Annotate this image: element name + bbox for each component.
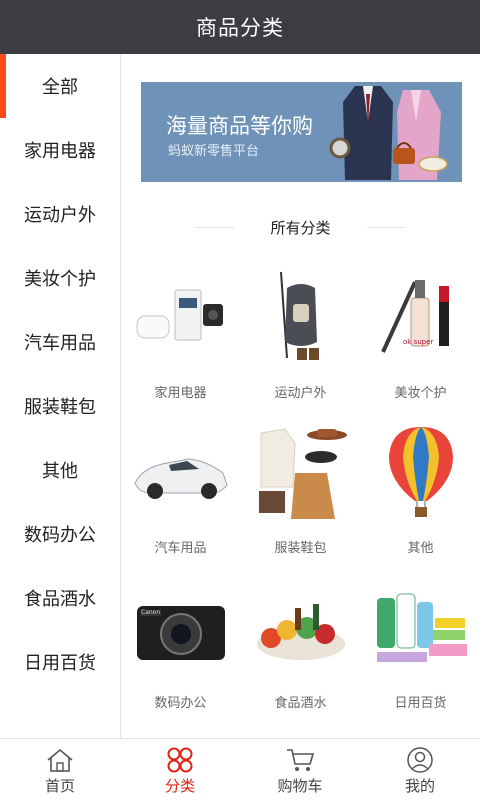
sidebar-item-label: 服装鞋包	[24, 397, 96, 418]
sidebar-item-outdoor[interactable]: 运动户外	[0, 182, 120, 246]
car-thumbnail	[134, 458, 228, 499]
tab-label: 首页	[44, 777, 75, 795]
category-tile-digital[interactable]: Canon 数码办公	[121, 570, 240, 725]
section-title: 所有分类	[121, 215, 480, 239]
category-tile-appliances[interactable]: 家用电器	[121, 260, 240, 415]
sidebar-item-digital[interactable]: 数码办公	[0, 502, 120, 566]
category-tile-beauty[interactable]: ok super 美妆个护	[361, 260, 480, 415]
tab-label: 购物车	[277, 777, 323, 795]
category-content: 海量商品等你购 蚂蚁新零售平台 所有分类 家用电器 运动户外 ok super …	[121, 54, 480, 738]
page-title: 商品分类	[196, 16, 284, 40]
bottom-tab-bar: 首页 分类 购物车 我的	[0, 738, 480, 800]
category-tile-daily[interactable]: 日用百货	[361, 570, 480, 725]
category-label: 数码办公	[154, 696, 207, 711]
category-label: 家用电器	[154, 386, 207, 401]
sidebar-item-label: 家用电器	[24, 141, 96, 162]
camera-thumbnail: Canon	[137, 606, 225, 660]
food-thumbnail	[257, 604, 345, 660]
category-sidebar: 全部 家用电器 运动户外 美妆个护 汽车用品 服装鞋包 其他 数码办公 食品酒水…	[0, 54, 121, 738]
tab-home[interactable]: 首页	[0, 739, 120, 800]
sidebar-item-label: 汽车用品	[24, 333, 96, 354]
banner-products-illustration	[329, 86, 448, 180]
promo-banner[interactable]: 海量商品等你购 蚂蚁新零售平台	[141, 82, 462, 182]
page-header: 商品分类	[0, 0, 480, 54]
daily-goods-thumbnail	[377, 593, 467, 662]
svg-text:Canon: Canon	[141, 609, 160, 616]
balloon-thumbnail	[389, 427, 453, 517]
sidebar-item-other[interactable]: 其他	[0, 438, 120, 502]
sidebar-item-label: 美妆个护	[24, 269, 96, 290]
cart-icon	[287, 749, 315, 771]
section-title-text: 所有分类	[270, 218, 331, 237]
sidebar-item-label: 其他	[42, 461, 78, 482]
sidebar-item-label: 数码办公	[24, 525, 96, 546]
sidebar-item-apparel[interactable]: 服装鞋包	[0, 374, 120, 438]
sidebar-item-daily[interactable]: 日用百货	[0, 630, 120, 694]
category-label: 汽车用品	[154, 541, 207, 556]
tab-label: 分类	[164, 777, 195, 795]
sidebar-item-label: 日用百货	[24, 653, 96, 674]
sidebar-item-label: 食品酒水	[24, 589, 96, 610]
category-label: 美妆个护	[394, 386, 447, 401]
user-icon	[407, 747, 433, 773]
apparel-thumbnail	[259, 428, 347, 519]
svg-text:ok super: ok super	[403, 338, 433, 346]
tab-mine[interactable]: 我的	[360, 739, 480, 800]
outdoor-thumbnail	[280, 271, 319, 360]
beauty-thumbnail: ok super	[381, 280, 449, 353]
category-tile-food[interactable]: 食品酒水	[241, 570, 360, 725]
sidebar-item-food[interactable]: 食品酒水	[0, 566, 120, 630]
category-tile-apparel[interactable]: 服装鞋包	[241, 415, 360, 570]
category-label: 运动户外	[274, 386, 327, 401]
tab-cart[interactable]: 购物车	[240, 739, 360, 800]
category-label: 食品酒水	[274, 696, 327, 711]
appliances-thumbnail	[136, 289, 223, 341]
category-tile-auto[interactable]: 汽车用品	[121, 415, 240, 570]
tab-category[interactable]: 分类	[120, 739, 240, 800]
category-label: 日用百货	[394, 696, 447, 711]
category-icon	[167, 747, 193, 773]
sidebar-item-label: 全部	[42, 77, 78, 98]
sidebar-item-beauty[interactable]: 美妆个护	[0, 246, 120, 310]
tab-label: 我的	[404, 777, 435, 795]
category-label: 服装鞋包	[274, 541, 327, 556]
home-icon	[47, 748, 73, 772]
category-label: 其他	[407, 541, 434, 556]
sidebar-item-label: 运动户外	[24, 205, 96, 226]
category-tile-other[interactable]: 其他	[361, 415, 480, 570]
sidebar-item-auto[interactable]: 汽车用品	[0, 310, 120, 374]
sidebar-item-appliances[interactable]: 家用电器	[0, 118, 120, 182]
sidebar-item-all[interactable]: 全部	[0, 54, 120, 118]
category-tile-outdoor[interactable]: 运动户外	[241, 260, 360, 415]
